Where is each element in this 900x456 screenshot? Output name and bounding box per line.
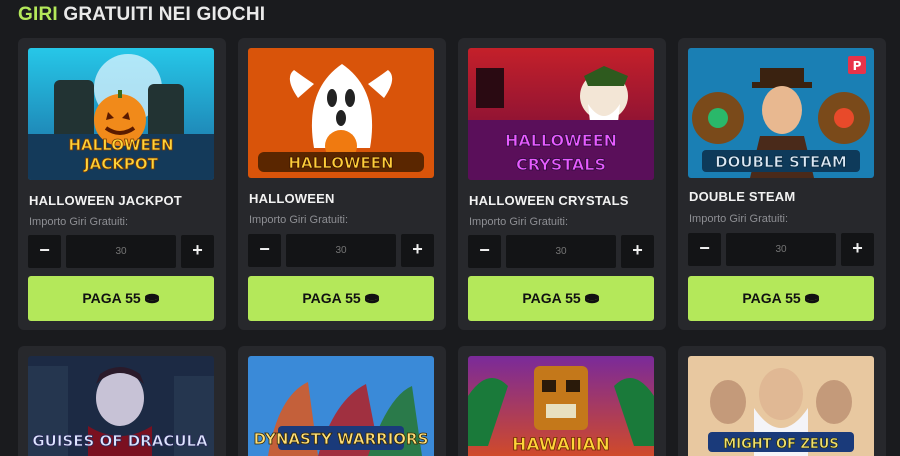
game-logo-line: HAWAIIAN	[512, 435, 610, 455]
game-card-might-of-zeus: MIGHT OF ZEUS	[678, 346, 886, 456]
game-card-halloween-crystals: HALLOWEEN CRYSTALS HALLOWEEN CRYSTALS Im…	[458, 38, 666, 330]
decrement-button[interactable]: −	[248, 234, 281, 267]
free-spins-amount-label: Importo Giri Gratuiti:	[249, 214, 349, 226]
game-card-double-steam: DOUBLE STEAM P DOUBLE STEAM Importo Giri…	[678, 38, 886, 330]
pay-button-label: PAGA 55	[522, 290, 581, 306]
game-card-halloween: HALLOWEEN HALLOWEEN Importo Giri Gratuit…	[238, 38, 446, 330]
game-thumbnail[interactable]: DOUBLE STEAM P	[688, 48, 874, 178]
game-title: HALLOWEEN CRYSTALS	[469, 193, 629, 208]
game-logo-line: DYNASTY WARRIORS	[254, 430, 429, 448]
game-title: HALLOWEEN JACKPOT	[29, 193, 182, 208]
free-spins-input[interactable]	[286, 234, 396, 267]
game-title: HALLOWEEN	[249, 191, 335, 206]
game-thumbnail[interactable]: HALLOWEEN	[248, 48, 434, 178]
pay-button-label: PAGA 55	[742, 290, 801, 306]
game-logo-line: DOUBLE STEAM	[715, 153, 847, 171]
page-title-rest: GRATUITI NEI GIOCHI	[57, 4, 266, 25]
game-thumbnail[interactable]: HAWAIIAN	[468, 356, 654, 456]
game-logo-line: CRYSTALS	[516, 155, 606, 174]
game-logo-line: GUISES OF DRACULA	[32, 432, 208, 450]
pay-button[interactable]: PAGA 55	[468, 276, 654, 321]
game-logo-line: HALLOWEEN	[505, 131, 617, 150]
free-spins-stepper: − +	[468, 235, 654, 268]
free-spins-input[interactable]	[66, 235, 176, 268]
game-logo-line: HALLOWEEN	[68, 136, 173, 154]
game-card-hawaiian: HAWAIIAN	[458, 346, 666, 456]
decrement-button[interactable]: −	[688, 233, 721, 266]
free-spins-stepper: − +	[248, 234, 434, 267]
game-logo-line: HALLOWEEN	[288, 154, 393, 172]
game-card-halloween-jackpot: HALLOWEEN JACKPOT HALLOWEEN JACKPOT Impo…	[18, 38, 226, 330]
free-spins-amount-label: Importo Giri Gratuiti:	[689, 213, 789, 225]
pay-button-label: PAGA 55	[82, 290, 141, 306]
pay-button[interactable]: PAGA 55	[28, 276, 214, 321]
game-logo-line: MIGHT OF ZEUS	[723, 437, 838, 452]
coin-icon	[144, 293, 159, 304]
game-thumbnail[interactable]: HALLOWEEN JACKPOT	[28, 48, 214, 180]
coin-icon	[584, 293, 599, 304]
coin-icon	[364, 293, 379, 304]
game-title: DOUBLE STEAM	[689, 189, 796, 204]
increment-button[interactable]: +	[621, 235, 654, 268]
game-card-guises-of-dracula: GUISES OF DRACULA	[18, 346, 226, 456]
free-spins-input[interactable]	[506, 235, 616, 268]
page-title-accent: GIRI	[18, 4, 58, 25]
free-spins-input[interactable]	[726, 233, 836, 266]
game-thumbnail[interactable]: HALLOWEEN CRYSTALS	[468, 48, 654, 180]
free-spins-stepper: − +	[688, 233, 874, 266]
decrement-button[interactable]: −	[468, 235, 501, 268]
increment-button[interactable]: +	[841, 233, 874, 266]
pay-button-label: PAGA 55	[302, 290, 361, 306]
page-title: GIRI GRATUITI NEI GIOCHI	[18, 4, 265, 26]
free-spins-amount-label: Importo Giri Gratuiti:	[29, 216, 129, 228]
increment-button[interactable]: +	[181, 235, 214, 268]
provider-badge-label: P	[853, 59, 862, 73]
increment-button[interactable]: +	[401, 234, 434, 267]
free-spins-stepper: − +	[28, 235, 214, 268]
free-spins-amount-label: Importo Giri Gratuiti:	[469, 216, 569, 228]
game-thumbnail[interactable]: MIGHT OF ZEUS	[688, 356, 874, 456]
pay-button[interactable]: PAGA 55	[688, 276, 874, 321]
pay-button[interactable]: PAGA 55	[248, 276, 434, 321]
game-thumbnail[interactable]: GUISES OF DRACULA	[28, 356, 214, 456]
game-thumbnail[interactable]: DYNASTY WARRIORS	[248, 356, 434, 456]
game-card-dynasty-warriors: DYNASTY WARRIORS	[238, 346, 446, 456]
coin-icon	[804, 293, 819, 304]
decrement-button[interactable]: −	[28, 235, 61, 268]
game-logo-line: JACKPOT	[83, 155, 159, 173]
